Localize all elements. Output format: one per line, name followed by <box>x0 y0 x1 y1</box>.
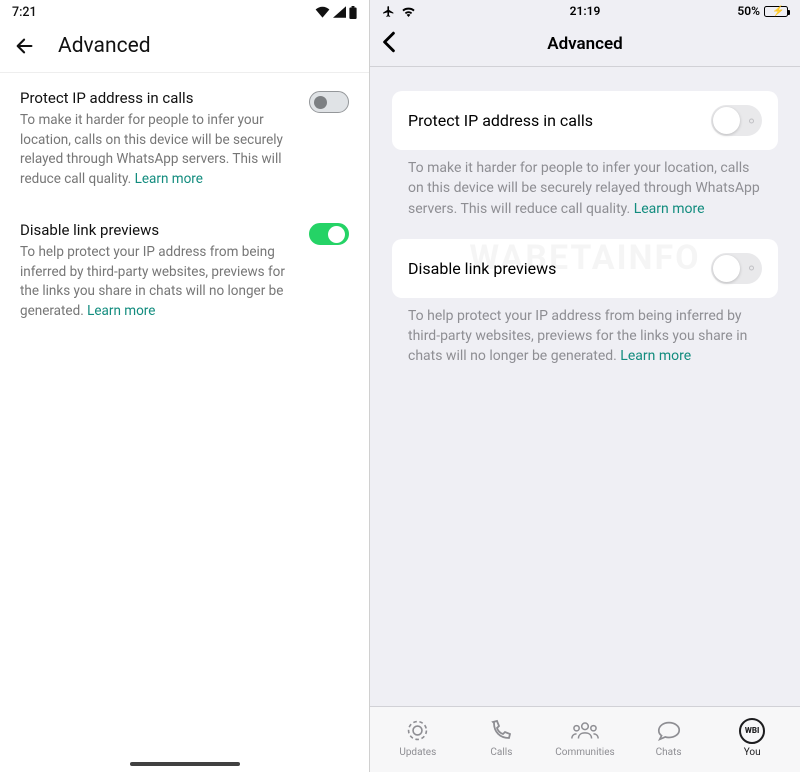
tab-updates[interactable]: Updates <box>376 718 460 758</box>
ios-statusbar: 21:19 50% ⚡ <box>370 0 800 22</box>
phone-icon <box>489 719 513 743</box>
setting-description: To help protect your IP address from bei… <box>392 298 778 387</box>
wifi-icon <box>315 6 330 18</box>
updates-icon <box>405 718 430 743</box>
tab-bar: Updates Calls Communities Chats WBI You <box>370 706 800 772</box>
battery-icon <box>349 6 357 19</box>
setting-title: Disable link previews <box>20 221 293 239</box>
setting-title: Disable link previews <box>408 259 556 278</box>
tab-calls[interactable]: Calls <box>460 718 544 758</box>
tab-label: Updates <box>399 747 436 758</box>
signal-icon <box>333 6 346 18</box>
setting-description: To help protect your IP address from bei… <box>20 243 293 321</box>
tab-you[interactable]: WBI You <box>710 718 794 758</box>
learn-more-link[interactable]: Learn more <box>634 201 705 217</box>
back-button[interactable] <box>380 31 398 57</box>
page-title: Advanced <box>370 34 800 54</box>
toggle-disable-link-previews[interactable] <box>309 223 349 245</box>
tab-communities[interactable]: Communities <box>543 718 627 758</box>
setting-disable-link-previews[interactable]: Disable link previews To help protect yo… <box>0 205 369 337</box>
setting-description: To make it harder for people to infer yo… <box>20 111 293 189</box>
setting-title: Protect IP address in calls <box>20 89 293 107</box>
learn-more-link[interactable]: Learn more <box>135 171 203 187</box>
android-statusbar: 7:21 <box>0 0 369 24</box>
you-icon: WBI <box>739 718 765 744</box>
tab-label: You <box>744 747 761 758</box>
tab-label: Calls <box>490 747 512 758</box>
toggle-protect-ip[interactable] <box>711 105 762 136</box>
chevron-left-icon <box>380 31 398 53</box>
status-time: 7:21 <box>12 5 37 20</box>
airplane-icon <box>382 5 395 18</box>
setting-protect-ip[interactable]: Protect IP address in calls <box>392 91 778 150</box>
status-icons <box>315 6 357 19</box>
tab-label: Communities <box>555 747 614 758</box>
page-title: Advanced <box>58 34 151 58</box>
setting-title: Protect IP address in calls <box>408 111 593 130</box>
tab-chats[interactable]: Chats <box>627 718 711 758</box>
chats-icon <box>656 719 682 743</box>
toggle-protect-ip[interactable] <box>309 91 349 113</box>
battery-icon: ⚡ <box>764 6 788 17</box>
setting-disable-link-previews[interactable]: Disable link previews <box>392 239 778 298</box>
ios-navbar: Advanced <box>370 22 800 66</box>
communities-icon <box>570 719 600 743</box>
setting-description: To make it harder for people to infer yo… <box>392 150 778 239</box>
learn-more-link[interactable]: Learn more <box>87 303 155 319</box>
back-arrow-icon[interactable] <box>14 35 36 57</box>
android-pane: 7:21 Advanced Protect IP address in call… <box>0 0 370 772</box>
home-indicator <box>130 762 240 766</box>
android-header: Advanced <box>0 24 369 72</box>
status-time: 21:19 <box>517 4 652 18</box>
setting-protect-ip[interactable]: Protect IP address in calls To make it h… <box>0 73 369 205</box>
ios-content: Protect IP address in calls To make it h… <box>370 67 800 411</box>
toggle-disable-link-previews[interactable] <box>711 253 762 284</box>
wifi-icon <box>401 6 416 17</box>
battery-percentage: 50% <box>737 4 760 18</box>
learn-more-link[interactable]: Learn more <box>620 348 691 364</box>
tab-label: Chats <box>656 747 682 758</box>
ios-pane: 21:19 50% ⚡ Advanced Protect IP address … <box>370 0 800 772</box>
